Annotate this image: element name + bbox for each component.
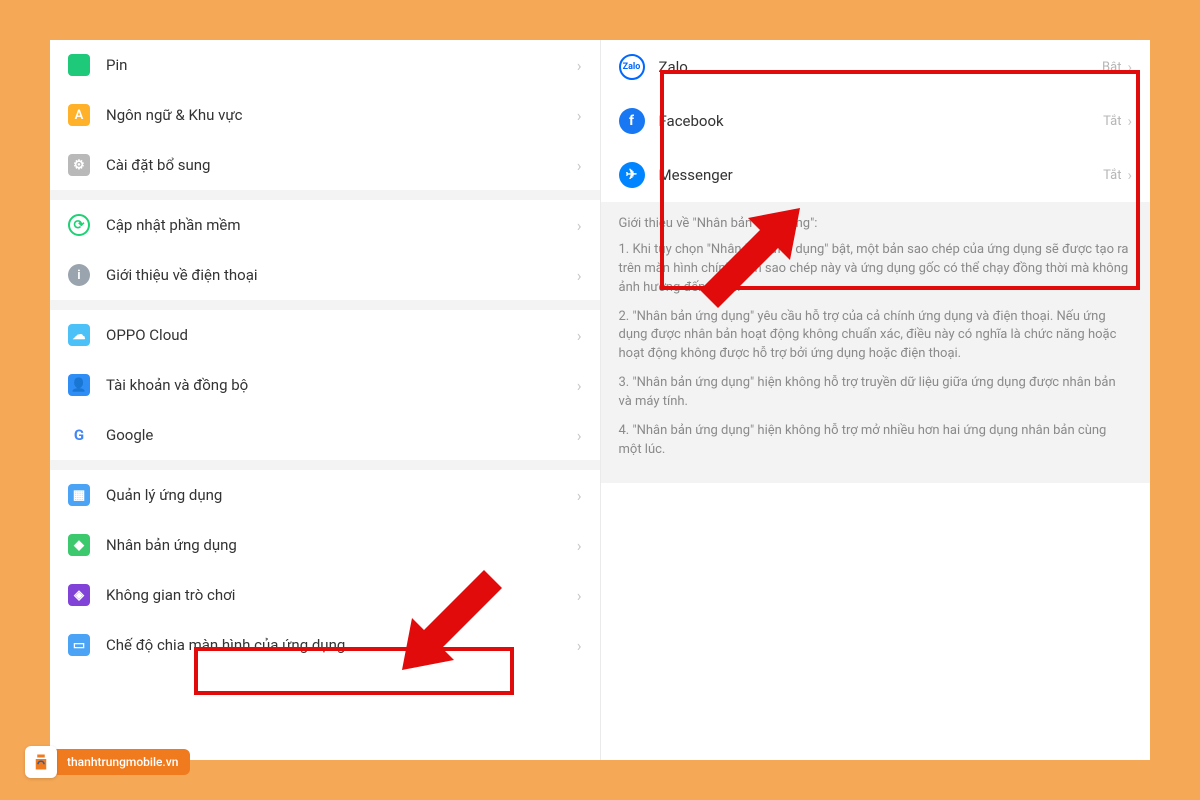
setting-update[interactable]: ⟳ Cập nhật phần mềm › <box>50 200 600 250</box>
chevron-right-icon: › <box>577 56 582 75</box>
cloud-icon: ☁ <box>68 324 90 346</box>
chevron-right-icon: › <box>577 536 582 555</box>
setting-label: Tài khoản và đồng bộ <box>106 376 577 394</box>
chevron-right-icon: › <box>577 636 582 655</box>
setting-game-space[interactable]: ◈ Không gian trò chơi › <box>50 570 600 620</box>
setting-label: Pin <box>106 56 577 74</box>
watermark-text: thanhtrungmobile.vn <box>53 749 190 775</box>
setting-label: Giới thiệu về điện thoại <box>106 266 577 284</box>
app-name: Zalo <box>659 58 1103 76</box>
apps-icon: ▦ <box>68 484 90 506</box>
facebook-icon: f <box>619 108 645 134</box>
setting-about[interactable]: i Giới thiệu về điện thoại › <box>50 250 600 300</box>
setting-label: Ngôn ngữ & Khu vực <box>106 106 577 124</box>
game-icon: ◈ <box>68 584 90 606</box>
split-icon: ▭ <box>68 634 90 656</box>
zalo-icon: Zalo <box>619 54 645 80</box>
chevron-right-icon: › <box>577 216 582 235</box>
setting-pin[interactable]: Pin › <box>50 40 600 90</box>
setting-google[interactable]: G Google › <box>50 410 600 460</box>
info-icon: i <box>68 264 90 286</box>
update-icon: ⟳ <box>68 214 90 236</box>
clone-panel: Zalo Zalo Bật › f Facebook Tắt › ✈ Messe… <box>601 40 1151 760</box>
setting-account[interactable]: 👤 Tài khoản và đồng bộ › <box>50 360 600 410</box>
chevron-right-icon: › <box>577 426 582 445</box>
app-row-zalo[interactable]: Zalo Zalo Bật › <box>601 40 1151 94</box>
setting-label: Nhân bản ứng dụng <box>106 536 577 554</box>
messenger-icon: ✈ <box>619 162 645 188</box>
google-icon: G <box>68 424 90 446</box>
watermark-badge: thanhtrungmobile.vn <box>25 746 190 778</box>
clone-icon: ◆ <box>68 534 90 556</box>
app-name: Facebook <box>659 112 1104 130</box>
setting-app-clone[interactable]: ◆ Nhân bản ứng dụng › <box>50 520 600 570</box>
info-paragraph: 3. "Nhân bản ứng dụng" hiện không hỗ trợ… <box>619 374 1133 412</box>
info-paragraph: 1. Khi tùy chọn "Nhân bản ứng dụng" bật,… <box>619 241 1133 298</box>
divider <box>50 460 600 470</box>
chevron-right-icon: › <box>577 326 582 345</box>
app-state: Tắt <box>1103 114 1121 129</box>
chevron-right-icon: › <box>577 486 582 505</box>
info-paragraph: 2. "Nhân bản ứng dụng" yêu cầu hỗ trợ củ… <box>619 308 1133 365</box>
setting-split-screen[interactable]: ▭ Chế độ chia màn hình của ứng dụng › <box>50 620 600 670</box>
info-title: Giới thiệu về "Nhân bản ứng dụng": <box>619 216 1133 231</box>
chevron-right-icon: › <box>577 586 582 605</box>
setting-cloud[interactable]: ☁ OPPO Cloud › <box>50 310 600 360</box>
setting-label: Google <box>106 426 577 444</box>
app-state: Bật <box>1102 60 1121 75</box>
language-icon: A <box>68 104 90 126</box>
setting-label: Cài đặt bổ sung <box>106 156 577 174</box>
app-row-facebook[interactable]: f Facebook Tắt › <box>601 94 1151 148</box>
gear-icon: ⚙ <box>68 154 90 176</box>
app-state: Tắt <box>1103 168 1121 183</box>
setting-label: Không gian trò chơi <box>106 586 577 604</box>
tutorial-frame: Pin › A Ngôn ngữ & Khu vực › ⚙ Cài đặt b… <box>50 40 1150 760</box>
divider <box>50 300 600 310</box>
setting-app-management[interactable]: ▦ Quản lý ứng dụng › <box>50 470 600 520</box>
chevron-right-icon: › <box>1127 58 1132 76</box>
battery-icon <box>68 54 90 76</box>
watermark-logo-icon <box>25 746 57 778</box>
setting-label: Cập nhật phần mềm <box>106 216 577 234</box>
chevron-right-icon: › <box>577 156 582 175</box>
chevron-right-icon: › <box>577 266 582 285</box>
setting-label: Quản lý ứng dụng <box>106 486 577 504</box>
setting-label: Chế độ chia màn hình của ứng dụng <box>106 636 577 654</box>
divider <box>50 190 600 200</box>
info-paragraph: 4. "Nhân bản ứng dụng" hiện không hỗ trợ… <box>619 422 1133 460</box>
setting-additional[interactable]: ⚙ Cài đặt bổ sung › <box>50 140 600 190</box>
app-row-messenger[interactable]: ✈ Messenger Tắt › <box>601 148 1151 202</box>
chevron-right-icon: › <box>1127 112 1132 130</box>
app-name: Messenger <box>659 166 1104 184</box>
info-section: Giới thiệu về "Nhân bản ứng dụng": 1. Kh… <box>601 202 1151 483</box>
settings-panel: Pin › A Ngôn ngữ & Khu vực › ⚙ Cài đặt b… <box>50 40 601 760</box>
chevron-right-icon: › <box>1127 166 1132 184</box>
account-icon: 👤 <box>68 374 90 396</box>
setting-language[interactable]: A Ngôn ngữ & Khu vực › <box>50 90 600 140</box>
setting-label: OPPO Cloud <box>106 326 577 344</box>
chevron-right-icon: › <box>577 106 582 125</box>
chevron-right-icon: › <box>577 376 582 395</box>
